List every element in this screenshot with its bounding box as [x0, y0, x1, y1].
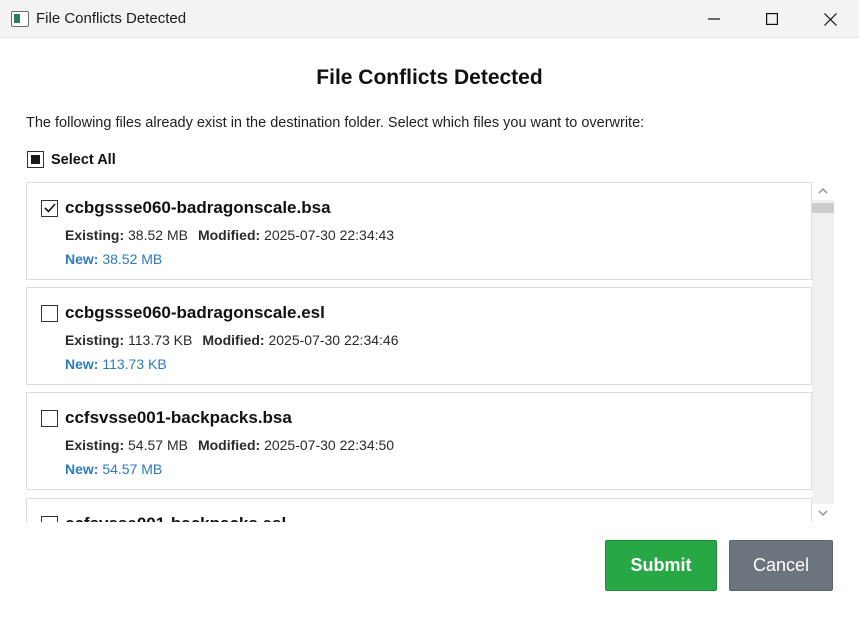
select-all-checkbox[interactable] — [27, 151, 44, 168]
modified-date: 2025-07-30 22:34:46 — [268, 332, 399, 348]
chevron-down-icon — [818, 510, 828, 516]
file-checkbox[interactable] — [41, 304, 58, 322]
file-card: ccbgssse060-badragonscale.bsa Existing: … — [26, 182, 812, 280]
file-name: ccfsvsse001-backpacks.bsa — [65, 408, 292, 427]
dialog-description: The following files already exist in the… — [26, 115, 645, 131]
scroll-down-button[interactable] — [812, 504, 834, 522]
window-title: File Conflicts Detected — [36, 10, 187, 27]
file-new-info: New: 113.73 KB — [65, 356, 167, 372]
modified-date: 2025-07-30 22:34:50 — [264, 437, 395, 453]
modified-label: Modified: — [197, 437, 261, 453]
file-conflict-list: ccbgssse060-badragonscale.bsa Existing: … — [26, 182, 812, 522]
list-scrollbar[interactable] — [812, 182, 834, 522]
minimize-button[interactable] — [685, 0, 743, 38]
existing-size: 113.73 KB — [128, 332, 193, 348]
select-all-checkbox-row[interactable]: Select All — [27, 151, 116, 168]
new-size: 54.57 MB — [102, 461, 163, 477]
cancel-button[interactable]: Cancel — [729, 540, 833, 591]
file-name: ccbgssse060-badragonscale.bsa — [65, 198, 331, 217]
window-controls — [685, 0, 859, 38]
file-new-info: New: 54.57 MB — [65, 461, 162, 477]
file-card: ccbgssse060-badragonscale.esl Existing: … — [26, 287, 812, 385]
close-button[interactable] — [801, 0, 859, 38]
file-checkbox[interactable] — [41, 199, 58, 217]
existing-size: 38.52 MB — [128, 227, 188, 243]
new-size: 113.73 KB — [102, 356, 167, 372]
window-titlebar: File Conflicts Detected — [0, 0, 859, 38]
existing-size: 54.57 MB — [128, 437, 188, 453]
maximize-icon — [766, 13, 778, 25]
scroll-up-button[interactable] — [812, 182, 834, 200]
select-all-label: Select All — [51, 151, 116, 168]
checkmark-icon — [43, 203, 56, 213]
scrollbar-track[interactable] — [812, 200, 834, 504]
file-card: ccfsvsse001-backpacks.bsa Existing: 54.5… — [26, 392, 812, 490]
new-label: New: — [65, 356, 99, 372]
new-label: New: — [65, 251, 99, 267]
existing-label: Existing: — [65, 227, 125, 243]
dialog-footer: Submit Cancel — [0, 522, 859, 617]
new-size: 38.52 MB — [102, 251, 163, 267]
modified-label: Modified: — [197, 227, 261, 243]
minimize-icon — [708, 18, 720, 20]
dialog-heading: File Conflicts Detected — [316, 66, 543, 89]
existing-label: Existing: — [65, 332, 125, 348]
file-card: ccfsvsse001-backpacks.esl — [26, 498, 812, 522]
new-label: New: — [65, 461, 99, 477]
file-name: ccfsvsse001-backpacks.esl — [65, 514, 286, 522]
file-name: ccbgssse060-badragonscale.esl — [65, 303, 325, 322]
file-new-info: New: 38.52 MB — [65, 251, 162, 267]
close-icon — [823, 12, 837, 26]
chevron-up-icon — [818, 188, 828, 194]
file-existing-info: Existing: 38.52 MB Modified: 2025-07-30 2… — [65, 227, 394, 243]
modified-date: 2025-07-30 22:34:43 — [264, 227, 395, 243]
file-checkbox[interactable] — [41, 409, 58, 427]
existing-label: Existing: — [65, 437, 125, 453]
maximize-button[interactable] — [743, 0, 801, 38]
submit-button[interactable]: Submit — [605, 540, 717, 591]
scrollbar-thumb[interactable] — [812, 203, 834, 213]
modified-label: Modified: — [202, 332, 265, 348]
file-existing-info: Existing: 113.73 KB Modified: 2025-07-30 … — [65, 332, 398, 348]
file-existing-info: Existing: 54.57 MB Modified: 2025-07-30 2… — [65, 437, 394, 453]
app-icon — [11, 10, 29, 27]
